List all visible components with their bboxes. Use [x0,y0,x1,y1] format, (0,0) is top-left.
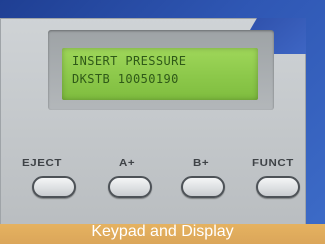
eject-button[interactable] [32,176,76,198]
a-plus-button[interactable] [108,176,152,198]
funct-key-label: FUNCT [252,158,294,169]
b-plus-key-label: B+ [193,158,210,169]
lcd-line-1: INSERT PRESSURE [72,54,187,68]
device-photo: INSERT PRESSURE DKSTB 10050190 EJECT A+ … [0,0,325,244]
lcd-line-2: DKSTB 10050190 [72,72,179,86]
b-plus-button[interactable] [181,176,225,198]
a-plus-key-label: A+ [119,158,136,169]
lcd-display: INSERT PRESSURE DKSTB 10050190 [62,48,258,100]
caption: Keypad and Display [91,223,234,240]
eject-key-label: EJECT [22,158,62,169]
funct-button[interactable] [256,176,300,198]
